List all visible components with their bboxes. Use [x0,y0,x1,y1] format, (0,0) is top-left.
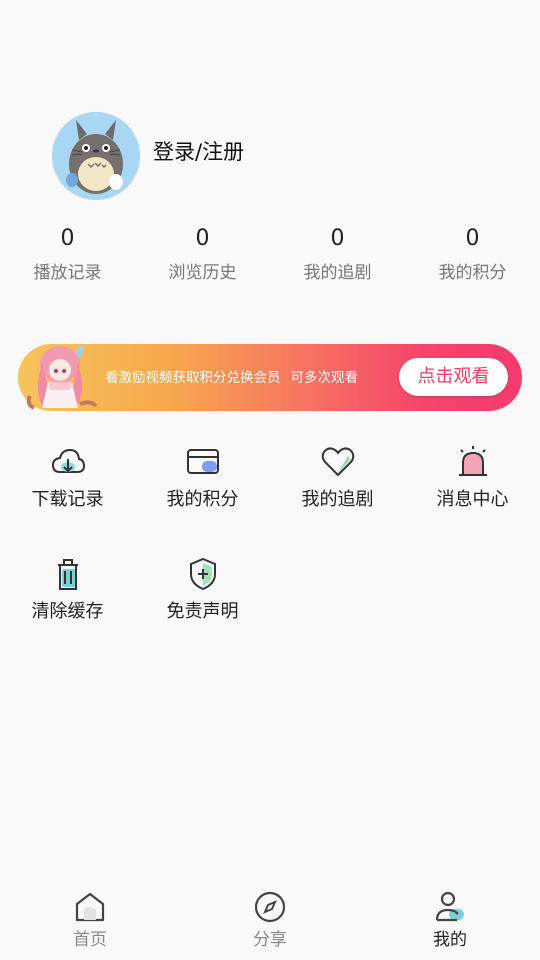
login-register-link[interactable]: 登录/注册 [153,138,244,166]
stat-my-follows[interactable]: 0 我的追剧 [270,224,405,294]
menu-label: 我的追剧 [301,489,374,510]
stat-label: 浏览历史 [168,263,237,283]
menu-label: 消息中心 [436,489,509,510]
nav-share[interactable]: 分享 [180,880,360,960]
stat-my-points[interactable]: 0 我的积分 [405,224,540,294]
avatar[interactable] [52,112,140,200]
anime-girl-illustration [26,344,98,410]
user-icon [435,891,464,922]
cloud-download-icon [51,448,85,473]
banner-text: 看激励视频获取积分兑换会员 可多次观看 [105,369,358,387]
menu-message-center[interactable]: 消息中心 [405,444,540,524]
stat-value: 0 [465,226,480,251]
nav-mine[interactable]: 我的 [360,880,540,960]
stat-label: 我的积分 [438,263,507,283]
stat-value: 0 [195,226,210,251]
menu-download-records[interactable]: 下载记录 [0,444,135,524]
trash-icon [57,559,78,590]
banner-sub-text: 可多次观看 [290,370,359,386]
card-icon [186,449,219,474]
menu-my-points[interactable]: 我的积分 [135,444,270,524]
nav-label: 我的 [433,930,467,950]
nav-label: 首页 [73,930,107,950]
profile-page: 登录/注册 0 播放记录 0 浏览历史 0 我的追剧 0 我的积分 看激励视频获… [0,0,540,960]
menu-label: 我的积分 [166,489,239,510]
stat-label: 播放记录 [33,263,102,283]
menu-label: 下载记录 [31,489,104,510]
stat-value: 0 [330,226,345,251]
compass-icon [254,891,286,923]
shield-icon [189,557,216,591]
menu-clear-cache[interactable]: 清除缓存 [0,556,135,636]
stats-row: 0 播放记录 0 浏览历史 0 我的追剧 0 我的积分 [0,224,540,294]
heart-icon [321,447,354,477]
stat-value: 0 [60,226,75,251]
banner-main-text: 看激励视频获取积分兑换会员 [105,370,281,386]
watch-now-button[interactable]: 点击观看 [399,358,508,396]
stat-label: 我的追剧 [303,263,372,283]
alarm-bell-icon [458,446,487,476]
bottom-navigation: 首页 分享 我的 [0,880,540,960]
home-icon [75,892,105,922]
nav-label: 分享 [253,930,287,950]
stat-play-history[interactable]: 0 播放记录 [0,224,135,294]
menu-label: 清除缓存 [31,601,104,622]
menu-disclaimer[interactable]: 免责声明 [135,556,270,636]
stat-browse-history[interactable]: 0 浏览历史 [135,224,270,294]
totoro-avatar-image [52,112,140,200]
nav-home[interactable]: 首页 [0,880,180,960]
menu-my-follows[interactable]: 我的追剧 [270,444,405,524]
menu-label: 免责声明 [166,601,239,622]
